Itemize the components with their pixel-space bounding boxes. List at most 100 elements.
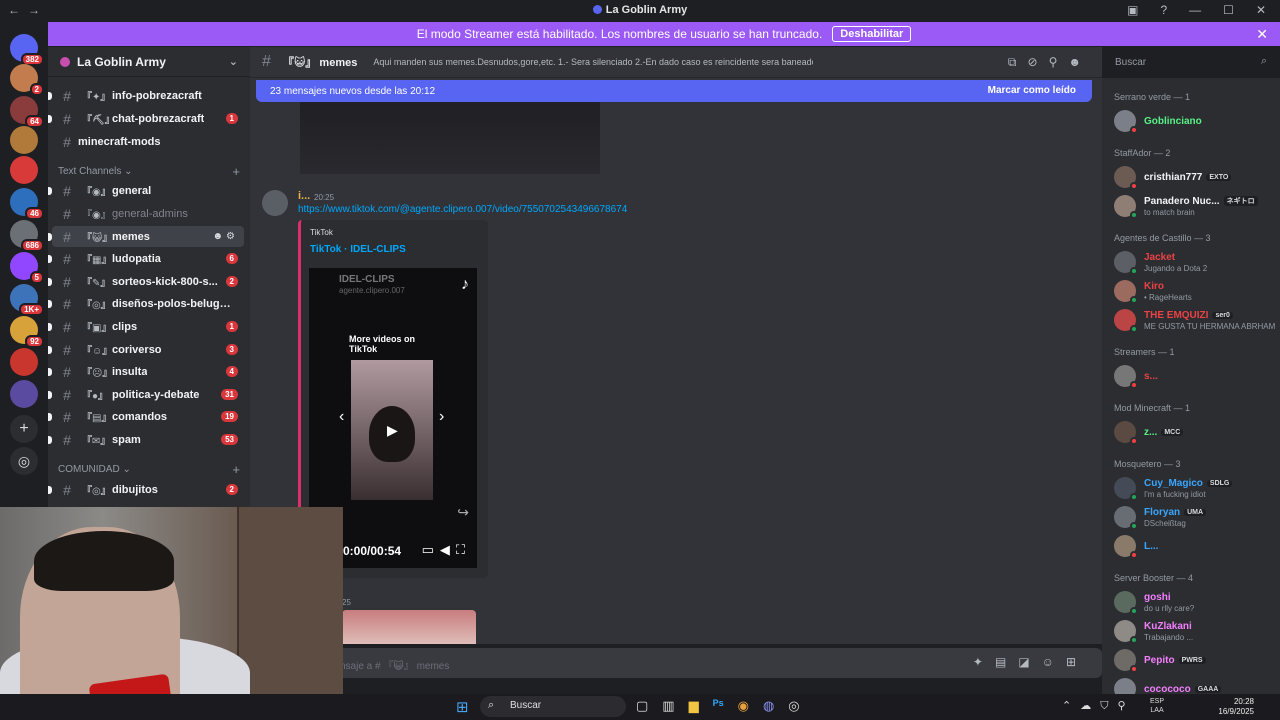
avatar[interactable]	[1114, 166, 1138, 190]
server-icon[interactable]: 686	[10, 220, 44, 252]
server-icon[interactable]: 2	[10, 64, 44, 96]
chevron-up-icon[interactable]: ⌃	[1062, 700, 1080, 712]
server-icon[interactable]: 64	[10, 96, 44, 128]
member-item[interactable]: Kiro • RageHearts	[1114, 278, 1278, 304]
member-name[interactable]: Cuy_Magico SDLG	[1144, 478, 1233, 489]
channel-memes[interactable]: # 『😺』 memes ☻⚙	[48, 226, 244, 247]
avatar[interactable]	[1114, 309, 1138, 333]
message-link[interactable]: https://www.tiktok.com/@agente.clipero.0…	[298, 204, 627, 215]
category-text-channels[interactable]: Text Channels ⌄ +	[58, 164, 240, 179]
next-arrow-icon[interactable]: ›	[439, 408, 444, 426]
language-indicator[interactable]: ESP LAA	[1150, 697, 1164, 715]
avatar[interactable]	[1114, 649, 1138, 673]
taskview-icon[interactable]: ▢	[636, 698, 648, 714]
avatar[interactable]	[1114, 620, 1138, 644]
channel-politica-y-debate[interactable]: # 『●』 politica-y-debate 31	[48, 384, 244, 405]
member-name[interactable]: KuZlakani	[1144, 621, 1192, 632]
message-composer[interactable]: nsaje a # 『😺』 memes ✦▤◪☺⊞	[250, 648, 1102, 678]
avatar[interactable]	[1114, 506, 1138, 530]
server-icon[interactable]: 1K+	[10, 284, 44, 316]
chevron-down-icon[interactable]: ⌄	[229, 55, 238, 68]
embed-title[interactable]: TikTok · IDEL-CLIPS	[310, 244, 406, 255]
help-icon[interactable]: ?	[1160, 3, 1167, 17]
gif-icon[interactable]: ▤	[995, 655, 1018, 669]
member-name[interactable]: s...	[1144, 371, 1158, 382]
channel-spam[interactable]: # 『✉』 spam 53	[48, 429, 244, 450]
sticker-icon[interactable]: ◪	[1018, 655, 1041, 669]
member-item[interactable]: Floryan UMA DScheißtag	[1114, 504, 1278, 530]
add-channel-icon[interactable]: +	[232, 462, 240, 477]
member-item[interactable]: Panadero Nuc... ネギトロ to match brain	[1114, 193, 1278, 219]
server-icon[interactable]	[10, 126, 38, 154]
discord-icon[interactable]: ◍	[763, 698, 774, 714]
channel-chat-pobrezacraft[interactable]: # 『⛏』 chat-pobrezacraft 1	[48, 108, 244, 129]
member-item[interactable]: z... MCC	[1114, 419, 1278, 445]
invite-icon[interactable]: ☻	[213, 231, 227, 242]
channel-comandos[interactable]: # 『▤』 comandos 19	[48, 406, 244, 427]
member-name[interactable]: Pepito PWRS	[1144, 655, 1206, 666]
emoji-icon[interactable]: ☺	[1042, 655, 1066, 669]
gear-icon[interactable]: ⚙	[226, 231, 238, 242]
volume-icon[interactable]: ◀	[440, 542, 456, 557]
channel-clips[interactable]: # 『▣』 clips 1	[48, 316, 244, 337]
member-item[interactable]: Jacket Jugando a Dota 2	[1114, 249, 1278, 275]
chrome-icon[interactable]: ◉	[738, 698, 749, 714]
previous-attachment[interactable]	[300, 102, 600, 174]
avatar[interactable]	[262, 190, 288, 216]
mark-as-read-button[interactable]: Marcar como leído	[988, 85, 1076, 96]
cloud-icon[interactable]: ☁	[1080, 700, 1100, 712]
avatar[interactable]	[1114, 421, 1138, 445]
server-icon[interactable]	[10, 156, 38, 184]
member-item[interactable]: KuZlakani Trabajando ...	[1114, 618, 1278, 644]
avatar[interactable]	[1114, 535, 1138, 559]
app-icon[interactable]: ▥	[662, 698, 674, 714]
channel-topic[interactable]: Aqui manden sus memes.Desnudos,gore,etc.…	[373, 57, 813, 67]
new-messages-bar[interactable]: 23 mensajes nuevos desde las 20:12 Marcar…	[256, 80, 1092, 102]
member-name[interactable]: Kiro	[1144, 281, 1164, 292]
server-icon[interactable]: 46	[10, 188, 44, 220]
member-list-icon[interactable]: ☻	[1068, 55, 1092, 69]
member-name[interactable]: L...	[1144, 541, 1158, 552]
category-comunidad[interactable]: COMUNIDAD ⌄ +	[58, 462, 240, 477]
clock[interactable]: 20:28 16/9/2025	[1212, 697, 1254, 717]
avatar[interactable]	[1114, 110, 1138, 134]
share-icon[interactable]: ↪	[457, 504, 469, 521]
add-channel-icon[interactable]: +	[232, 164, 240, 179]
member-item[interactable]: THE EMQUIZI ser0 ME GUSTA TU HERMANA ABRHA…	[1114, 307, 1278, 333]
member-item[interactable]: cocococo GAAA	[1114, 676, 1278, 694]
channel-diseños-polos-beluga-ar-[interactable]: # 『◎』diseños-polos-beluga-ar...	[48, 293, 244, 314]
channel-dibujitos[interactable]: # 『◎』 dibujitos 2	[48, 479, 244, 500]
mute-icon[interactable]: ⊘	[1028, 55, 1049, 69]
member-item[interactable]: Goblinciano	[1114, 108, 1278, 134]
avatar[interactable]	[1114, 477, 1138, 501]
minimize-button[interactable]: —	[1189, 3, 1201, 17]
maximize-button[interactable]: ☐	[1223, 3, 1234, 17]
server-icon[interactable]: 382	[10, 34, 44, 66]
member-name[interactable]: cocococo GAAA	[1144, 684, 1222, 694]
avatar[interactable]	[1114, 195, 1138, 219]
mic-icon[interactable]: ⚲	[1117, 700, 1134, 712]
channel-info-pobrezacraft[interactable]: # 『✦』 info-pobrezacraft	[48, 85, 244, 106]
member-item[interactable]: cristhian777 EXTO	[1114, 164, 1278, 190]
server-icon[interactable]	[10, 348, 38, 376]
channel-sorteos-kick-800-s-[interactable]: # 『✎』 sorteos-kick-800-s... 2	[48, 271, 244, 292]
member-item[interactable]: Pepito PWRS	[1114, 647, 1278, 673]
prev-arrow-icon[interactable]: ‹	[339, 408, 344, 426]
member-name[interactable]: Goblinciano	[1144, 116, 1202, 127]
photoshop-icon[interactable]: Ps	[713, 698, 724, 714]
member-name[interactable]: goshi	[1144, 592, 1171, 603]
image-attachment[interactable]	[342, 610, 476, 644]
windows-start-icon[interactable]: ⊞	[456, 698, 469, 716]
inbox-icon[interactable]: ▣	[1127, 3, 1138, 17]
member-item[interactable]: L...	[1114, 533, 1278, 559]
apps-icon[interactable]: ⊞	[1066, 655, 1088, 669]
member-name[interactable]: Floryan UMA	[1144, 507, 1207, 518]
gift-icon[interactable]: ✦	[973, 655, 995, 669]
member-item[interactable]: Cuy_Magico SDLG I'm a fucking idiot	[1114, 475, 1278, 501]
avatar[interactable]	[1114, 280, 1138, 304]
channel-general[interactable]: # 『◉』 general	[48, 180, 244, 201]
close-window-button[interactable]: ✕	[1256, 3, 1266, 17]
member-name[interactable]: THE EMQUIZI ser0	[1144, 310, 1233, 321]
server-icon[interactable]: 5	[10, 252, 44, 284]
shield-icon[interactable]: ⛉	[1100, 700, 1117, 712]
